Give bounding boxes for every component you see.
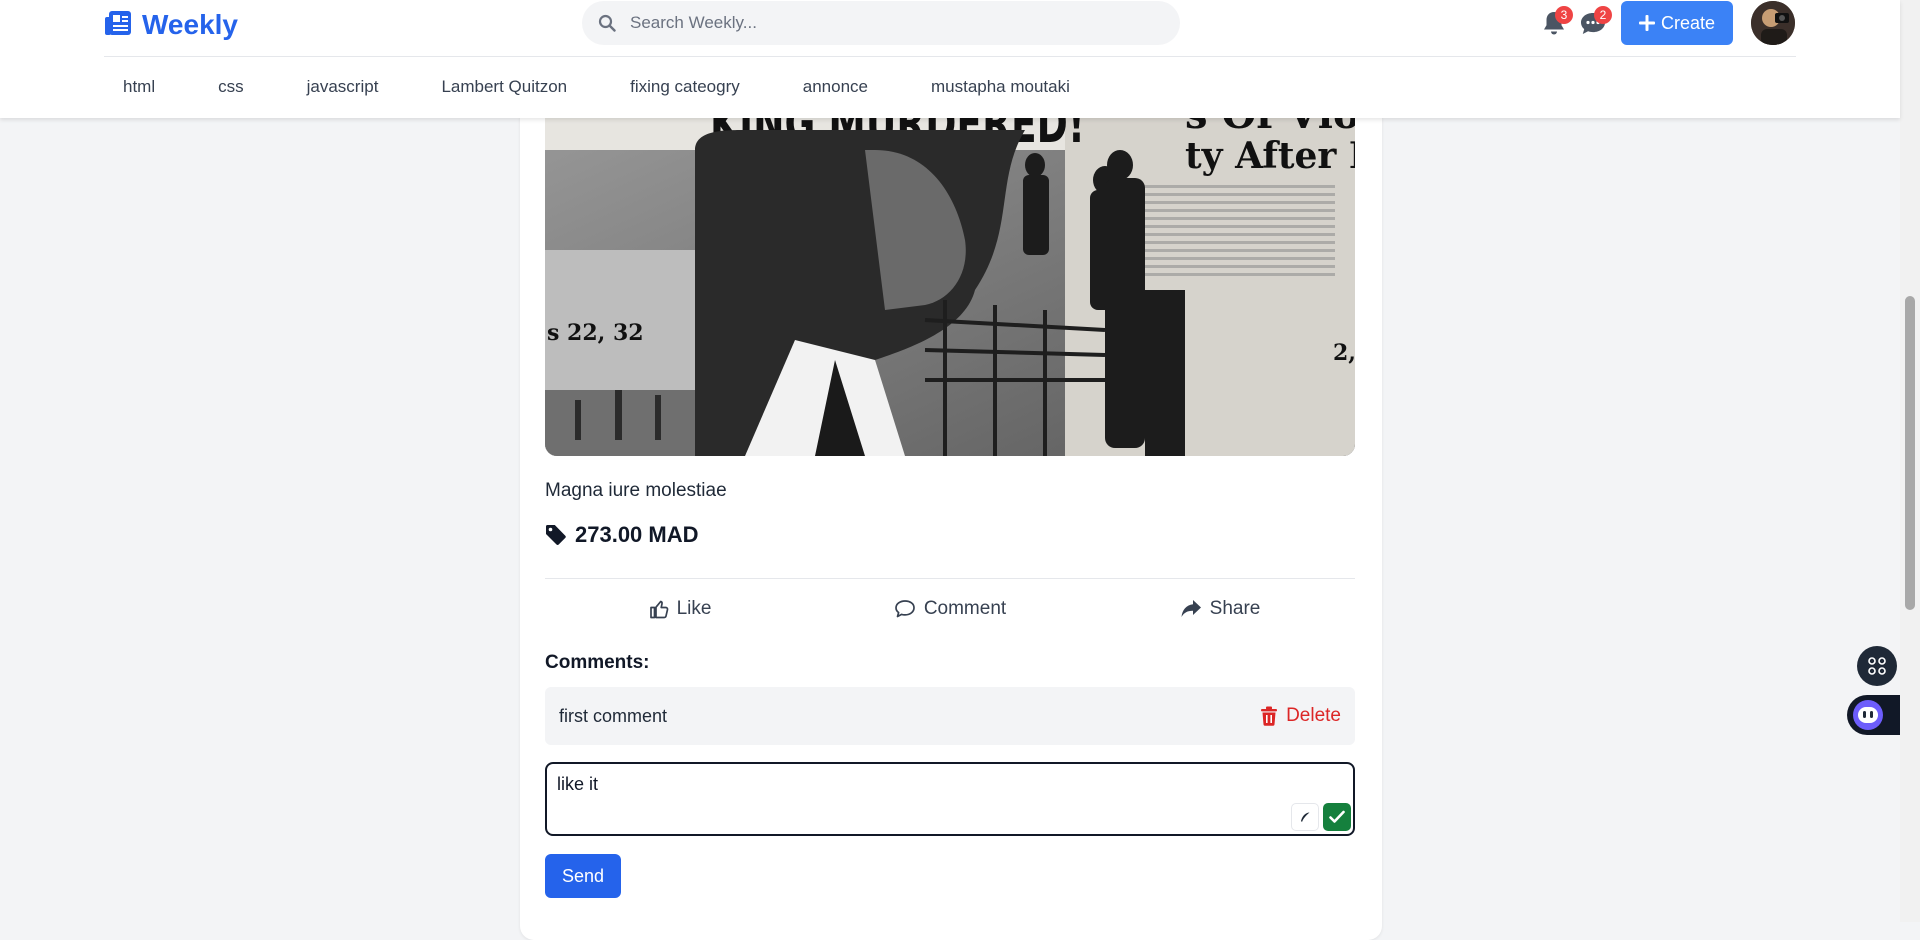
comment-input[interactable]: like it [545,762,1355,836]
page-scrollbar[interactable] [1900,0,1920,922]
input-tools [1291,803,1351,831]
share-label: Share [1209,598,1261,619]
trash-icon [1261,706,1278,726]
like-label: Like [676,598,712,619]
plus-icon [1638,15,1655,31]
search-bar[interactable] [582,1,1180,45]
category-annonce[interactable]: annonce [784,62,887,112]
category-html[interactable]: html [104,62,174,112]
comment-item: first comment Delete [545,687,1355,745]
messages-badge: 2 [1594,6,1612,24]
messages-button[interactable]: 2 [1578,6,1612,38]
post-image: KING MURDERED! s Of Violen ty After Ne s… [545,90,1355,456]
delete-label: Delete [1286,705,1341,726]
comment-icon [894,600,915,618]
comment-label: Comment [923,598,1007,619]
price-value: 273.00 MAD [575,522,699,547]
category-css[interactable]: css [199,62,263,112]
assistant-widget[interactable] [1847,695,1900,735]
category-fixing-cateogry[interactable]: fixing cateogry [611,62,759,112]
comments-heading: Comments: [545,652,650,673]
share-icon [1181,600,1201,617]
category-javascript[interactable]: javascript [288,62,398,112]
svg-text:ty After Ne: ty After Ne [1185,135,1355,177]
notifications-button[interactable]: 3 [1539,6,1573,38]
divider [545,578,1355,579]
newspaper-icon [104,10,132,41]
post-price: 273.00 MAD [545,522,699,548]
category-nav: html css javascript Lambert Quitzon fixi… [104,62,1114,112]
create-label: Create [1660,12,1716,33]
check-icon[interactable] [1323,803,1351,831]
send-button[interactable]: Send [545,854,621,898]
top-bar: Weekly 3 2 [104,0,1796,57]
like-button[interactable]: Like [545,588,815,630]
svg-text:2,: 2, [1333,340,1355,366]
svg-text:s 22, 32: s 22, 32 [547,320,644,346]
category-mustapha-moutaki[interactable]: mustapha moutaki [912,62,1089,112]
category-lambert-quitzon[interactable]: Lambert Quitzon [422,62,586,112]
assistant-icon [1853,700,1883,730]
logo[interactable]: Weekly [104,8,238,42]
grid-icon[interactable] [1857,646,1897,686]
post-title: Magna iure molestiae [545,480,727,501]
search-icon [598,14,616,32]
avatar[interactable] [1751,1,1795,45]
create-button[interactable]: Create [1621,1,1733,45]
comment-button[interactable]: Comment [815,588,1085,630]
pen-icon[interactable] [1291,803,1319,831]
post-card: KING MURDERED! s Of Violen ty After Ne s… [520,90,1382,940]
logo-text: Weekly [142,9,238,40]
delete-comment-button[interactable]: Delete [1260,705,1341,727]
top-header: Weekly 3 2 [0,0,1900,118]
search-input[interactable] [628,12,1152,34]
share-button[interactable]: Share [1085,588,1355,630]
thumbs-up-icon [649,600,668,619]
tag-icon [546,525,566,545]
post-actions: Like Comment Share [545,588,1355,630]
scrollbar-thumb[interactable] [1905,296,1915,610]
notifications-badge: 3 [1555,6,1573,24]
comment-text: first comment [559,705,668,726]
